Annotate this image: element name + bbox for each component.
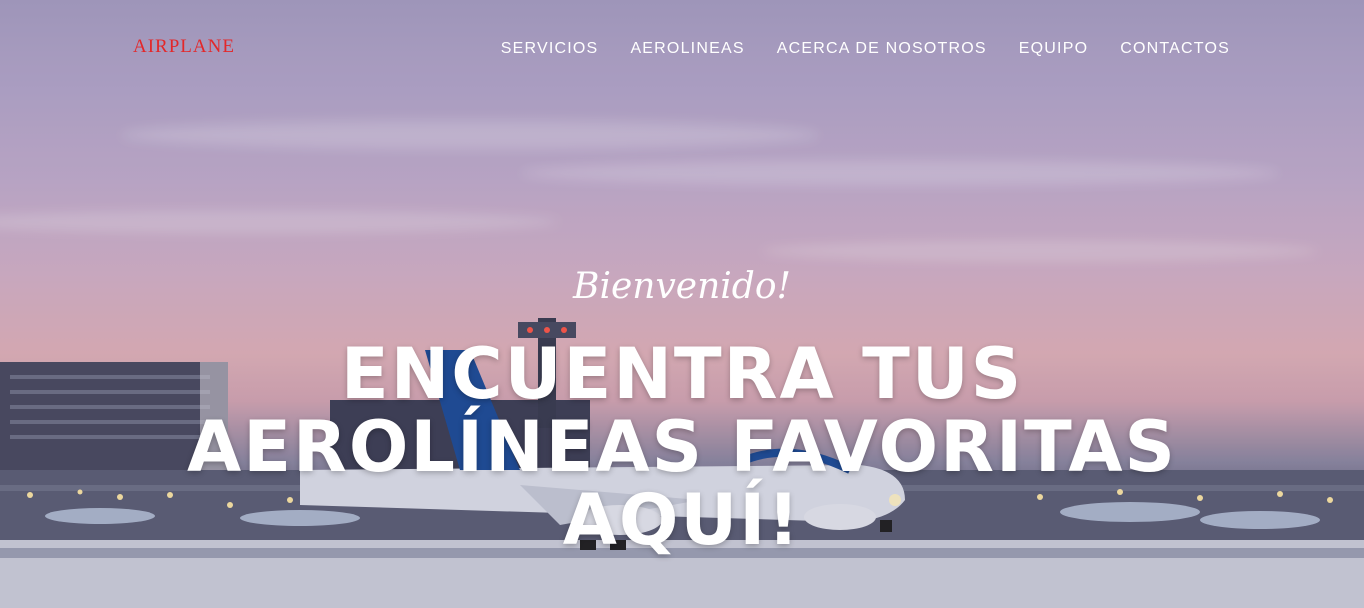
nav-link-acerca-de-nosotros[interactable]: ACERCA DE NOSOTROS (777, 40, 987, 57)
brand-logo[interactable]: AIRPLANE (133, 36, 235, 58)
nav-item-acerca: ACERCA DE NOSOTROS (777, 38, 987, 58)
hero-subheading: Bienvenido! (573, 266, 791, 307)
nav-link-equipo[interactable]: EQUIPO (1019, 40, 1088, 57)
nav-item-servicios: SERVICIOS (501, 38, 599, 58)
hero-heading: ENCUENTRA TUS AEROLÍNEAS FAVORITAS AQUÍ! (0, 338, 1364, 557)
nav-link-contactos[interactable]: CONTACTOS (1120, 40, 1230, 57)
hero-heading-line-1: ENCUENTRA TUS (340, 333, 1024, 415)
hero-heading-line-3: AQUÍ! (562, 479, 802, 561)
hero-heading-line-2: AEROLÍNEAS FAVORITAS (187, 406, 1177, 488)
nav-link-aerolineas[interactable]: AEROLINEAS (630, 40, 744, 57)
nav-item-aerolineas: AEROLINEAS (630, 38, 744, 58)
nav-item-equipo: EQUIPO (1019, 38, 1088, 58)
main-navbar: AIRPLANE SERVICIOS AEROLINEAS ACERCA DE … (0, 0, 1364, 94)
nav-links: SERVICIOS AEROLINEAS ACERCA DE NOSOTROS … (501, 38, 1230, 58)
nav-link-servicios[interactable]: SERVICIOS (501, 40, 599, 57)
nav-item-contactos: CONTACTOS (1120, 38, 1230, 58)
hero-section: AIRPLANE SERVICIOS AEROLINEAS ACERCA DE … (0, 0, 1364, 608)
